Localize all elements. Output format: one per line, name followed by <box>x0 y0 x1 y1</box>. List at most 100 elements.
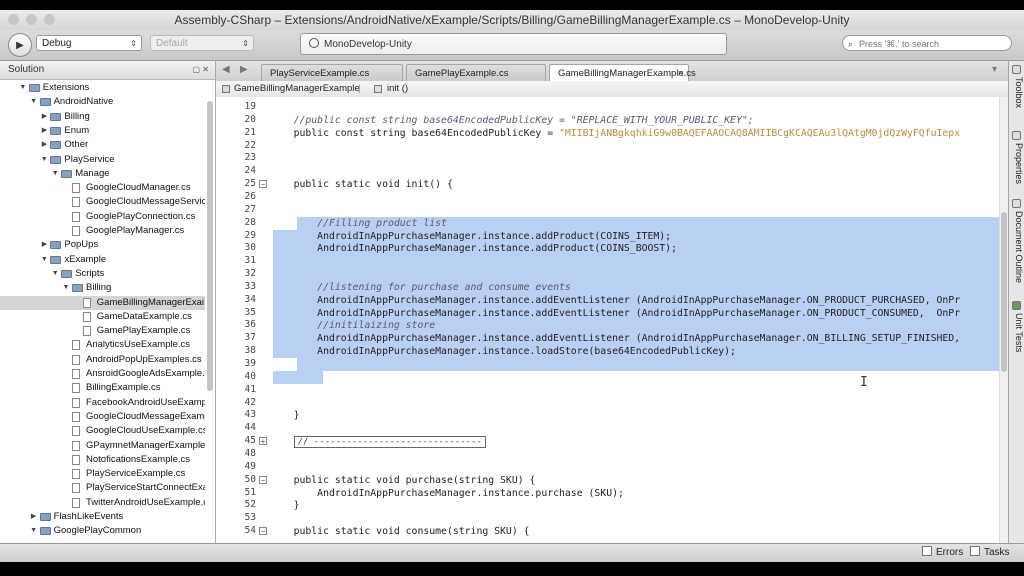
tab-list-icon[interactable]: ▾ <box>992 64 997 75</box>
tree-file[interactable]: AnalyticsUseExample.cs <box>0 338 205 352</box>
tree-folder[interactable]: ▼ Billing <box>0 281 205 295</box>
tree-file[interactable]: GPaymnetManagerExample.cs <box>0 439 205 453</box>
properties-icon[interactable] <box>1012 131 1021 140</box>
dock-document-outline[interactable]: Document Outline <box>1010 211 1024 283</box>
tab-playserviceexample[interactable]: PlayServiceExample.cs <box>261 64 403 81</box>
tree-folder[interactable]: ▼ GooglePlayCommon <box>0 524 205 538</box>
tree-folder[interactable]: ▼ Manage <box>0 167 205 181</box>
code-editor[interactable]: //public const string base64EncodedPubli… <box>270 97 999 543</box>
folder-icon <box>61 169 73 178</box>
line-number: 30 <box>244 242 256 254</box>
toolbox-icon[interactable] <box>1012 65 1021 74</box>
minimize-window-icon[interactable] <box>26 14 37 25</box>
disclosure-closed-icon[interactable]: ▶ <box>30 510 38 524</box>
tree-file[interactable]: FacebookAndroidUseExample.cs <box>0 396 205 410</box>
folder-icon <box>50 255 62 264</box>
disclosure-open-icon[interactable]: ▼ <box>40 253 48 267</box>
disclosure-open-icon[interactable]: ▼ <box>51 167 59 181</box>
code-line: //public const string base64EncodedPubli… <box>270 114 754 127</box>
status-bar: Errors Tasks <box>0 543 1024 562</box>
tasks-button[interactable]: Tasks <box>970 546 1010 560</box>
run-button[interactable]: ▶ <box>8 33 32 57</box>
tree-file[interactable]: GoogleCloudUseExample.cs <box>0 424 205 438</box>
breadcrumb-member[interactable]: init () <box>387 81 408 97</box>
tree-file[interactable]: NotoficationsExample.cs <box>0 453 205 467</box>
tree-folder[interactable]: ▶ FlashLikeEvents <box>0 510 205 524</box>
tree-item-label: GoogleCloudMessageExample. <box>86 410 205 422</box>
tree-folder[interactable]: ▶ PopUps <box>0 238 205 252</box>
platform-select[interactable]: Default ⇕ <box>150 35 254 51</box>
code-line: AndroidInAppPurchaseManager.instance.add… <box>270 332 960 345</box>
tree-item-label: Manage <box>75 167 110 179</box>
tab-gamebillingmanagerexample[interactable]: GameBillingManagerExample.cs ✕ <box>549 64 696 82</box>
code-text: //initilaizing store <box>270 320 436 332</box>
tree-folder[interactable]: ▼ PlayService <box>0 153 205 167</box>
tree-folder[interactable]: ▼ Scripts <box>0 267 205 281</box>
fold-collapse-icon[interactable]: − <box>259 475 267 484</box>
cs-file-icon <box>82 326 91 337</box>
disclosure-closed-icon[interactable]: ▶ <box>40 238 48 252</box>
tree-folder[interactable]: ▼ xExample <box>0 253 205 267</box>
breadcrumb-class[interactable]: GameBillingManagerExample <box>234 81 360 97</box>
tree-file[interactable]: GoogleCloudMessageExample. <box>0 410 205 424</box>
code-text: public static void consume(string SKU) { <box>270 526 530 538</box>
disclosure-open-icon[interactable]: ▼ <box>51 267 59 281</box>
document-outline-icon[interactable] <box>1012 199 1021 208</box>
tree-file[interactable]: GameDataExample.cs <box>0 310 205 324</box>
solution-scrollbar[interactable] <box>207 101 213 391</box>
errors-button[interactable]: Errors <box>922 546 963 560</box>
tree-folder[interactable]: ▼ AndroidNative <box>0 95 205 109</box>
disclosure-closed-icon[interactable]: ▶ <box>40 124 48 138</box>
cs-file-icon <box>72 426 80 437</box>
line-number: 36 <box>244 319 256 331</box>
search-input[interactable]: ⌕ Press '⌘.' to search <box>842 35 1012 51</box>
tree-folder[interactable]: ▼ Extensions <box>0 81 205 95</box>
unit-tests-icon[interactable] <box>1012 301 1021 310</box>
path-bar: GameBillingManagerExample | init () <box>216 81 1008 98</box>
line-number: 25 <box>244 178 256 190</box>
forward-arrow-icon[interactable]: ▶ <box>240 64 248 75</box>
tree-file[interactable]: GooglePlayConnection.cs <box>0 210 205 224</box>
tree-file[interactable]: AndroidPopUpExamples.cs <box>0 353 205 367</box>
disclosure-open-icon[interactable]: ▼ <box>62 281 70 295</box>
dock-unit-tests[interactable]: Unit Tests <box>1010 313 1024 352</box>
tree-file[interactable]: PlayServiceStartConnectExampl <box>0 481 205 495</box>
close-window-icon[interactable] <box>8 14 19 25</box>
tab-gameplayexample[interactable]: GamePlayExample.cs <box>406 64 546 81</box>
window-titlebar: Assembly-CSharp – Extensions/AndroidNati… <box>0 10 1024 30</box>
back-arrow-icon[interactable]: ◀ <box>222 64 230 75</box>
tree-file[interactable]: GoogleCloudMessageService.cs <box>0 195 205 209</box>
fold-collapse-icon[interactable]: − <box>259 180 267 189</box>
tree-folder[interactable]: ▶ Enum <box>0 124 205 138</box>
dock-toolbox[interactable]: Toolbox <box>1010 77 1024 108</box>
tree-file[interactable]: TwitterAndroidUseExample.cs <box>0 496 205 510</box>
tree-file[interactable]: AnsroidGoogleAdsExample.cs <box>0 367 205 381</box>
tree-file[interactable]: GooglePlayManager.cs <box>0 224 205 238</box>
pad-controls-icon[interactable]: ▢ ✕ <box>193 61 209 79</box>
tree-folder[interactable]: ▶ Billing <box>0 110 205 124</box>
disclosure-open-icon[interactable]: ▼ <box>30 95 38 109</box>
configuration-select[interactable]: Debug ⇕ <box>36 35 142 51</box>
code-text: AndroidInAppPurchaseManager.instance.add… <box>270 294 961 306</box>
tree-file[interactable]: PlayServiceExample.cs <box>0 467 205 481</box>
fold-collapse-icon[interactable]: − <box>259 527 267 536</box>
fold-expand-icon[interactable]: + <box>259 437 267 446</box>
cs-file-icon <box>72 454 80 465</box>
disclosure-open-icon[interactable]: ▼ <box>19 81 27 95</box>
zoom-window-icon[interactable] <box>44 14 55 25</box>
disclosure-closed-icon[interactable]: ▶ <box>40 110 48 124</box>
disclosure-open-icon[interactable]: ▼ <box>30 524 38 538</box>
tree-file[interactable]: GoogleCloudManager.cs <box>0 181 205 195</box>
line-number: 27 <box>244 203 256 215</box>
tree-file[interactable]: GameBillingManagerExai <box>0 295 205 310</box>
tree-folder[interactable]: ▶ Other <box>0 138 205 152</box>
collapsed-region[interactable]: // ------------------------------- <box>293 436 486 449</box>
disclosure-open-icon[interactable]: ▼ <box>40 153 48 167</box>
code-line: //Filling product list <box>270 217 447 230</box>
tree-file[interactable]: GamePlayExample.cs <box>0 324 205 338</box>
dock-properties[interactable]: Properties <box>1010 143 1024 184</box>
disclosure-closed-icon[interactable]: ▶ <box>40 138 48 152</box>
editor-scroll-thumb[interactable] <box>1001 212 1007 372</box>
tree-file[interactable]: BillingExample.cs <box>0 381 205 395</box>
close-tab-icon[interactable]: ✕ <box>677 65 684 82</box>
